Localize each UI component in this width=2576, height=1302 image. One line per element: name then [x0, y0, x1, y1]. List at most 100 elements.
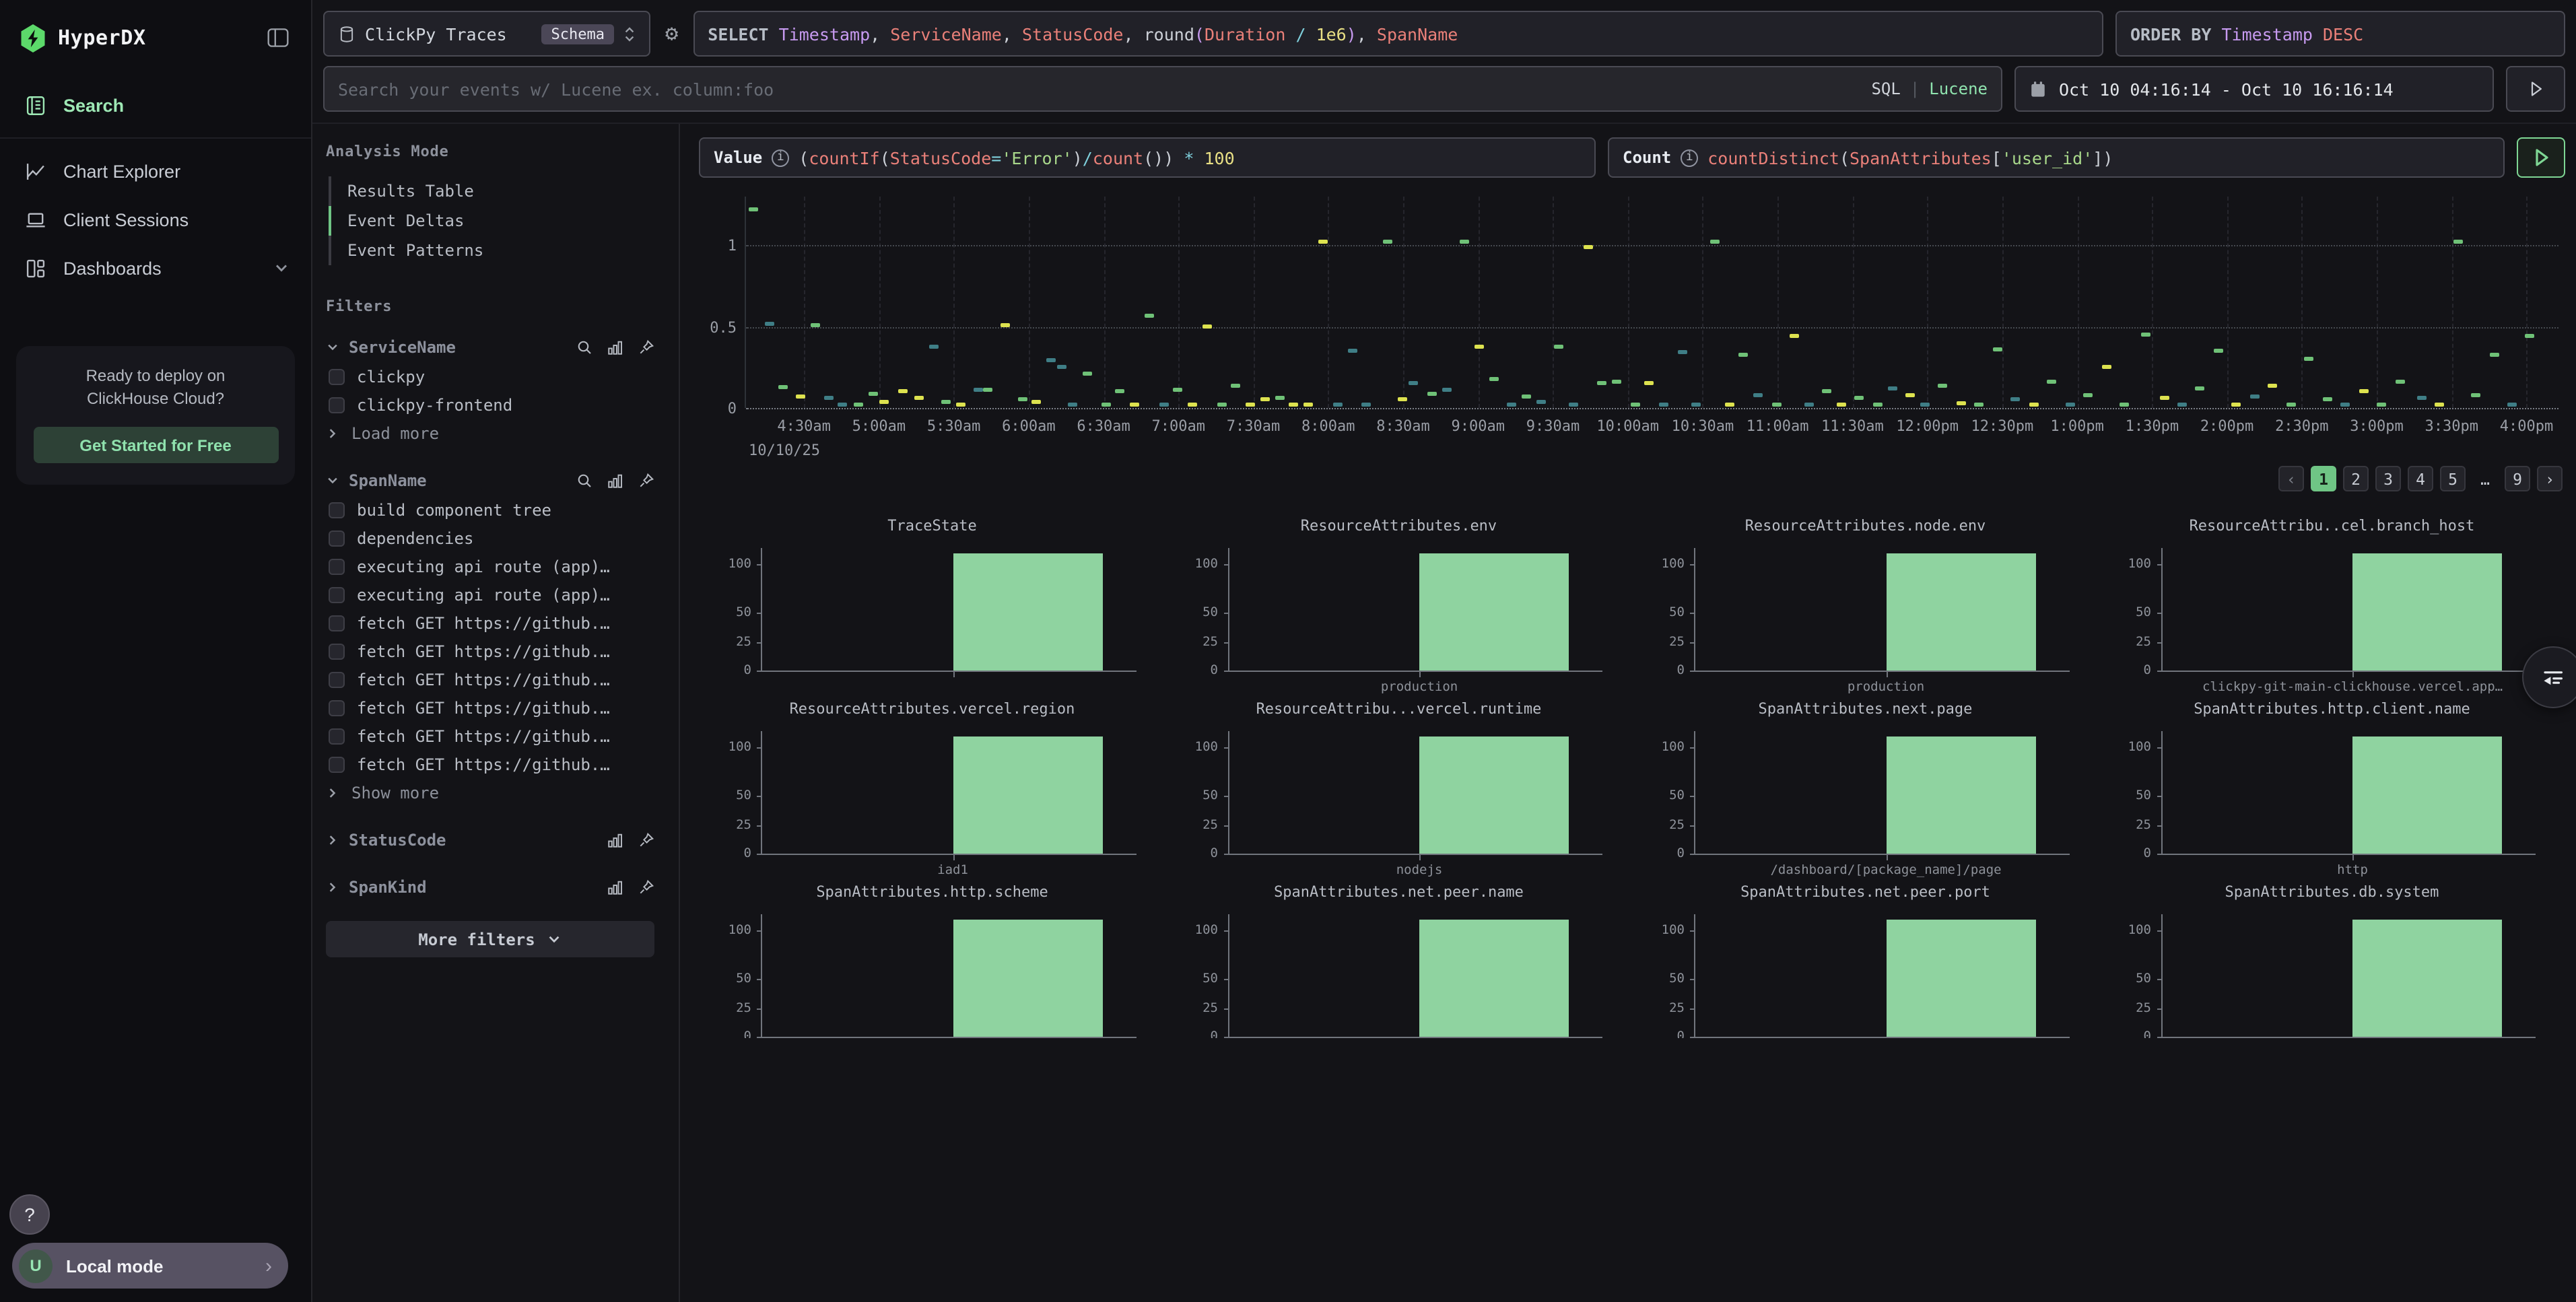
- pagination-page-button[interactable]: 1: [2311, 466, 2336, 491]
- pagination-prev-button[interactable]: ‹: [2278, 466, 2304, 491]
- filter-option[interactable]: executing api route (app)…: [326, 580, 654, 609]
- mini-chart[interactable]: SpanAttributes.http.scheme10050250https: [699, 882, 1165, 1038]
- chart-icon[interactable]: [607, 339, 623, 355]
- get-started-button[interactable]: Get Started for Free: [33, 427, 278, 463]
- local-mode-button[interactable]: U Local mode ›: [12, 1243, 288, 1289]
- sql-select-input[interactable]: SELECT Timestamp, ServiceName, StatusCod…: [693, 11, 2103, 57]
- checkbox[interactable]: [329, 728, 345, 744]
- checkbox[interactable]: [329, 397, 345, 413]
- filter-section-header[interactable]: SpanName: [326, 466, 654, 495]
- checkbox[interactable]: [329, 671, 345, 687]
- sidebar-item-chart-explorer[interactable]: Chart Explorer: [0, 147, 311, 195]
- search-icon[interactable]: [576, 473, 592, 489]
- filter-option[interactable]: dependencies: [326, 524, 654, 552]
- mini-chart[interactable]: SpanAttributes.next.page10050250/dashboa…: [1632, 699, 2099, 882]
- scatter-point: [1724, 403, 1734, 407]
- filter-option[interactable]: build component tree: [326, 495, 654, 524]
- filter-option[interactable]: fetch GET https://github.…: [326, 722, 654, 750]
- date-range-picker[interactable]: Oct 10 04:16:14 - Oct 10 16:16:14: [2014, 66, 2494, 112]
- search-run-button[interactable]: [2506, 66, 2565, 112]
- checkbox[interactable]: [329, 615, 345, 631]
- filter-option[interactable]: fetch GET https://github.…: [326, 750, 654, 778]
- mini-chart[interactable]: ResourceAttribu...vercel.runtime10050250…: [1165, 699, 1632, 882]
- grid-line-vertical: [1703, 197, 1704, 408]
- filter-section-header[interactable]: StatusCode: [326, 825, 654, 855]
- filter-option[interactable]: fetch GET https://github.…: [326, 637, 654, 665]
- filter-option[interactable]: executing api route (app)…: [326, 552, 654, 580]
- mini-chart[interactable]: SpanAttributes.db.system10050250clickhou…: [2099, 882, 2565, 1038]
- count-expression-input[interactable]: Count i countDistinct(SpanAttributes['us…: [1608, 137, 2505, 178]
- sidebar-collapse-icon[interactable]: [267, 27, 290, 48]
- mini-chart[interactable]: ResourceAttributes.vercel.region10050250…: [699, 699, 1165, 882]
- event-deltas-chart[interactable]: 4:30am5:00am5:30am6:00am6:30am7:00am7:30…: [699, 197, 2565, 455]
- checkbox[interactable]: [329, 643, 345, 659]
- y-axis-tick-label: 50: [1202, 971, 1218, 986]
- sidebar-item-client-sessions[interactable]: Client Sessions: [0, 195, 311, 244]
- search-bar[interactable]: SQL | Lucene: [323, 66, 2002, 112]
- bar: [2352, 736, 2502, 854]
- pin-icon[interactable]: [638, 473, 654, 489]
- mini-chart[interactable]: ResourceAttributes.node.env10050250produ…: [1632, 516, 2099, 699]
- more-filters-button[interactable]: More filters: [326, 921, 654, 957]
- mini-chart[interactable]: ResourceAttributes.env10050250production: [1165, 516, 1632, 699]
- checkbox[interactable]: [329, 368, 345, 384]
- value-expression-input[interactable]: Value i (countIf(StatusCode='Error')/cou…: [699, 137, 1596, 178]
- filter-option-label: fetch GET https://github.…: [357, 755, 610, 774]
- brand[interactable]: HyperDX: [19, 22, 146, 53]
- pagination-next-button[interactable]: ›: [2537, 466, 2563, 491]
- chart-icon[interactable]: [607, 473, 623, 489]
- checkbox[interactable]: [329, 558, 345, 574]
- pin-icon[interactable]: [638, 879, 654, 895]
- checkbox[interactable]: [329, 756, 345, 772]
- pin-icon[interactable]: [638, 339, 654, 355]
- filter-option[interactable]: clickpy-frontend: [326, 390, 654, 419]
- mode-results-table[interactable]: Results Table: [331, 176, 654, 206]
- pagination-page-button[interactable]: 9: [2505, 466, 2530, 491]
- pin-icon[interactable]: [638, 832, 654, 848]
- sidebar-item-dashboards[interactable]: Dashboards: [0, 244, 311, 292]
- search-input[interactable]: [338, 79, 1871, 99]
- help-button[interactable]: ?: [9, 1194, 50, 1235]
- pagination-page-button[interactable]: 3: [2375, 466, 2401, 491]
- chart-icon[interactable]: [607, 832, 623, 848]
- sidebar-item-search[interactable]: Search: [0, 81, 311, 129]
- schema-badge[interactable]: Schema: [542, 24, 615, 44]
- filter-section-header[interactable]: ServiceName: [326, 333, 654, 362]
- checkbox[interactable]: [329, 699, 345, 716]
- filter-option[interactable]: fetch GET https://github.…: [326, 609, 654, 637]
- y-axis-tick: [2157, 747, 2162, 749]
- mode-event-patterns[interactable]: Event Patterns: [331, 236, 654, 265]
- gear-icon[interactable]: ⚙: [663, 23, 681, 44]
- pagination-page-button[interactable]: 2: [2343, 466, 2369, 491]
- pagination-page-button[interactable]: 4: [2408, 466, 2433, 491]
- source-select[interactable]: ClickPy Traces Schema: [323, 11, 650, 57]
- mini-chart[interactable]: SpanAttributes.net.peer.port100502508443: [1632, 882, 2099, 1038]
- filter-option[interactable]: fetch GET https://github.…: [326, 693, 654, 722]
- pagination-page-button[interactable]: 5: [2440, 466, 2466, 491]
- mini-chart[interactable]: ResourceAttribu..cel.branch_host10050250…: [2099, 516, 2565, 699]
- checkbox[interactable]: [329, 586, 345, 603]
- mode-event-deltas[interactable]: Event Deltas: [331, 206, 654, 236]
- filter-option[interactable]: fetch GET https://github.…: [326, 665, 654, 693]
- scatter-point: [1202, 324, 1212, 329]
- chart-icon[interactable]: [607, 879, 623, 895]
- show-more-link[interactable]: Show more: [326, 778, 654, 808]
- mini-chart[interactable]: SpanAttributes.net.peer.name10050250z5pr…: [1165, 882, 1632, 1038]
- order-by-input[interactable]: ORDER BY Timestamp DESC: [2115, 11, 2565, 57]
- chart-plot-area[interactable]: 4:30am5:00am5:30am6:00am6:30am7:00am7:30…: [745, 197, 2558, 408]
- sidebar-item-label: Chart Explorer: [63, 161, 180, 181]
- sql-toggle[interactable]: SQL: [1871, 79, 1900, 98]
- run-query-button[interactable]: [2517, 137, 2565, 178]
- load-more-link[interactable]: Load more: [326, 419, 654, 448]
- checkbox[interactable]: [329, 530, 345, 546]
- mini-chart[interactable]: SpanAttributes.http.client.name10050250h…: [2099, 699, 2565, 882]
- search-icon[interactable]: [576, 339, 592, 355]
- y-axis-tick: [1690, 642, 1695, 644]
- filter-option[interactable]: clickpy: [326, 362, 654, 390]
- mini-chart[interactable]: TraceState10050250: [699, 516, 1165, 699]
- lucene-toggle[interactable]: Lucene: [1929, 79, 1988, 98]
- checkbox[interactable]: [329, 502, 345, 518]
- x-axis-tick-label: 11:30am: [1821, 417, 1884, 435]
- database-icon: [338, 25, 355, 42]
- filter-section-header[interactable]: SpanKind: [326, 872, 654, 902]
